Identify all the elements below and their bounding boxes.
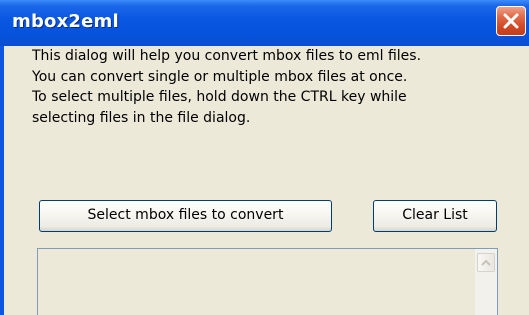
window-title: mbox2eml [12,11,119,32]
title-bar[interactable]: mbox2eml [0,0,529,46]
clear-list-button[interactable]: Clear List [373,200,497,232]
select-mbox-files-button[interactable]: Select mbox files to convert [39,200,332,232]
instructions-line: To select multiple files, hold down the … [32,89,407,105]
instructions-text: This dialog will help you convert mbox f… [32,46,502,128]
instructions-line: You can convert single or multiple mbox … [32,68,408,85]
chevron-up-icon [481,259,491,266]
close-button[interactable] [496,6,526,36]
close-x-icon [503,13,519,29]
instructions-line: This dialog will help you convert mbox f… [32,48,422,64]
vertical-scrollbar[interactable] [475,249,497,315]
instructions-line: selecting files in the file dialog. [32,109,251,126]
file-listbox[interactable] [37,248,498,315]
dialog-window: mbox2eml This dialog will help you conve… [0,0,529,315]
scroll-up-button[interactable] [477,253,495,272]
